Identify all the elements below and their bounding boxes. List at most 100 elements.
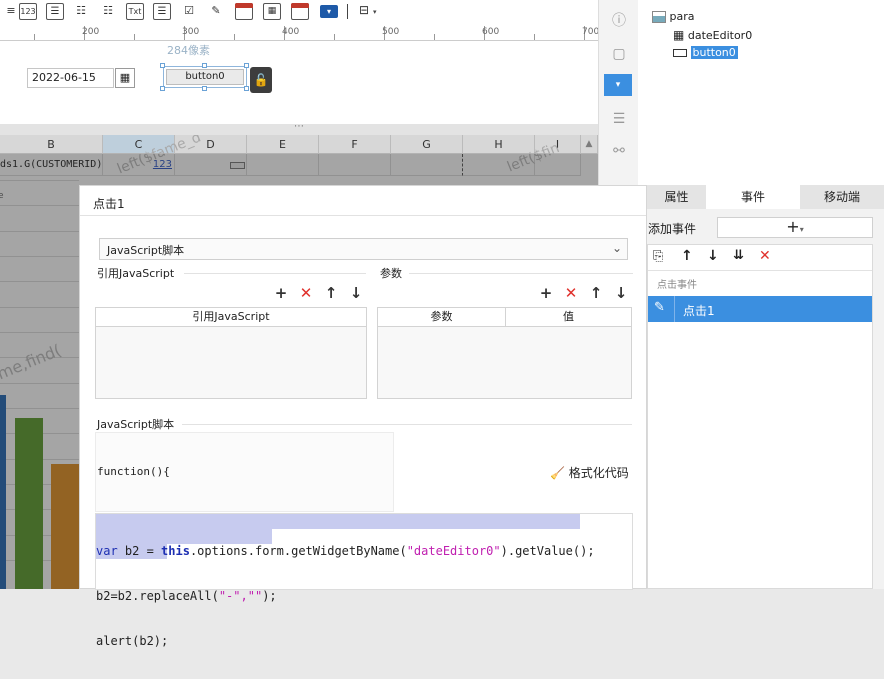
column-header: 引用JavaScript <box>96 308 366 327</box>
tab-mobile[interactable]: 移动端 <box>800 185 884 209</box>
event-item-click1[interactable]: ✎ 点击1 <box>648 296 872 322</box>
event-dialog: 点击1 JavaScript脚本 ⌄ 引用JavaScript 参数 + ✕ ↑… <box>79 185 647 648</box>
events-panel: 属性 事件 移动端 添加事件 +▾ ⎘ ↑ ↓ ⇊ ✕ 点击事件 ✎ 点击1 <box>647 185 884 589</box>
button0-widget[interactable]: button0 <box>166 69 244 85</box>
grid-widget-icon[interactable]: ▦ <box>263 3 281 20</box>
date-editor-field[interactable]: 2022-06-15 <box>27 68 114 88</box>
checkbox-group-icon[interactable]: ☷ <box>72 3 90 20</box>
edit-pencil-icon[interactable]: ✎ <box>654 300 665 315</box>
calendar-icon: ▦ <box>673 28 685 42</box>
code-text: .options.form.getWidgetByName( <box>189 544 407 558</box>
code-text: ).getValue(); <box>500 544 595 558</box>
code-text: b2=b2.replaceAll( <box>96 589 219 603</box>
dropdown-widget-icon[interactable]: ▾ <box>320 5 338 18</box>
delete-icon[interactable]: ✕ <box>759 248 771 264</box>
widget-settings-strip: ⓘ ▢ ▾ ☰ ⚯ <box>598 0 638 185</box>
code-editor[interactable]: var b2 = this.options.form.getWidgetByNa… <box>95 513 633 648</box>
ruler: 200 300 400 500 600 700 <box>0 24 600 41</box>
text-edit-icon[interactable]: ≡ <box>2 3 20 20</box>
arrow-up-icon[interactable]: ↑ <box>323 285 339 301</box>
toolbar-separator <box>347 4 348 19</box>
arrow-up-icon[interactable]: ↑ <box>681 248 693 264</box>
text-widget-icon[interactable]: Txt <box>126 3 144 20</box>
widget-tree: para ▦ dateEditor0 button0 <box>638 0 884 185</box>
ref-js-table[interactable]: 引用JavaScript <box>95 307 367 399</box>
select-value: JavaScript脚本 <box>107 244 185 257</box>
code-string: "dateEditor0" <box>406 544 501 558</box>
tab-properties[interactable]: 属性 <box>647 185 706 209</box>
size-hint: 284像素 <box>167 44 210 57</box>
event-item-label: 点击1 <box>683 304 715 318</box>
ruler-label: 500 <box>382 27 400 37</box>
date-widget-icon[interactable] <box>235 3 253 20</box>
add-icon[interactable]: + <box>538 285 554 301</box>
list-widget-icon[interactable]: ☰ <box>153 3 171 20</box>
ruler-label: 700 <box>582 27 600 37</box>
number-widget-icon[interactable]: 123 <box>19 3 37 20</box>
column-header: 值 <box>505 308 631 327</box>
column-header: 参数 <box>378 308 505 327</box>
arrow-down-icon[interactable]: ↓ <box>707 248 719 264</box>
tree-node-label: button0 <box>690 46 738 59</box>
arrow-down-icon[interactable]: ↓ <box>348 285 364 301</box>
time-widget-icon[interactable] <box>291 3 309 20</box>
lock-icon[interactable]: 🔓 <box>250 67 272 93</box>
ruler-label: 300 <box>182 27 200 37</box>
toolbar: ≡ 123 ☰ ☷ ☷ Txt ☰ ☑ ✎ ▦ ▾ ⊟ ▾ <box>0 0 598 24</box>
tree-node-label: dateEditor0 <box>687 29 753 42</box>
arrow-up-icon[interactable]: ↑ <box>588 285 604 301</box>
tree-node-dateeditor[interactable]: ▦ dateEditor0 <box>673 27 752 44</box>
layer-icon[interactable]: ☰ <box>608 108 630 130</box>
code-keyword: var <box>96 544 118 558</box>
chevron-down-icon: ▾ <box>799 225 804 234</box>
edit-pencil-icon[interactable]: ✎ <box>207 3 225 20</box>
arrow-down-icon[interactable]: ↓ <box>613 285 629 301</box>
ruler-label: 400 <box>282 27 300 37</box>
radio-group-icon[interactable]: ☷ <box>99 3 117 20</box>
delete-icon[interactable]: ✕ <box>298 285 314 301</box>
event-list-header: 点击事件 <box>657 280 697 291</box>
tree-node-button0[interactable]: button0 <box>673 45 738 61</box>
code-text: b2 = <box>117 544 162 558</box>
event-type-select[interactable]: JavaScript脚本 ⌄ <box>99 238 628 260</box>
code-keyword: this <box>161 544 190 558</box>
form-canvas[interactable]: 284像素 2022-06-15 ▦ button0 🔓 <box>0 41 598 124</box>
broom-icon: 🧹 <box>550 466 565 480</box>
add-event-plus: + <box>786 217 800 236</box>
checkbox-icon[interactable]: ☑ <box>180 3 198 20</box>
more-arrow-icon[interactable]: ▾ <box>373 8 377 16</box>
link-icon[interactable]: ⚯ <box>608 140 630 162</box>
ruler-label: 600 <box>482 27 500 37</box>
more-widgets-icon[interactable]: ⊟ <box>355 3 373 20</box>
calendar-icon[interactable]: ▦ <box>115 68 135 88</box>
delete-icon[interactable]: ✕ <box>563 285 579 301</box>
ruler-label: 200 <box>82 27 100 37</box>
pane-splitter[interactable]: ⋯ <box>0 122 598 135</box>
section-title: JavaScript脚本 <box>97 418 175 431</box>
event-list: ⎘ ↑ ↓ ⇊ ✕ 点击事件 ✎ 点击1 <box>647 244 873 589</box>
function-header: function(){ <box>97 465 170 478</box>
code-text: ); <box>262 589 277 603</box>
tree-node-para[interactable]: para <box>652 9 695 25</box>
move-bottom-icon[interactable]: ⇊ <box>733 248 744 263</box>
widget-info-icon[interactable]: ⓘ <box>608 10 630 32</box>
chevron-down-icon: ⌄ <box>611 241 622 255</box>
add-event-button[interactable]: +▾ <box>717 217 873 238</box>
add-event-label: 添加事件 <box>648 222 697 236</box>
tree-node-label: para <box>669 10 695 23</box>
format-code-label: 格式化代码 <box>568 466 629 480</box>
add-icon[interactable]: + <box>273 285 289 301</box>
format-code-button[interactable]: 🧹 格式化代码 <box>550 464 629 481</box>
button-icon <box>673 49 687 57</box>
tab-events[interactable]: 事件 <box>706 185 800 209</box>
dropdown-icon[interactable]: ▾ <box>604 74 632 96</box>
dialog-title: 点击1 <box>93 197 125 211</box>
params-table[interactable]: 参数 值 <box>377 307 632 399</box>
copy-icon[interactable]: ⎘ <box>653 249 663 264</box>
frame-icon[interactable]: ▢ <box>608 43 630 65</box>
section-title: 参数 <box>380 267 402 280</box>
code-string: "-","" <box>218 589 263 603</box>
textarea-widget-icon[interactable]: ☰ <box>46 3 64 20</box>
form-icon <box>652 11 666 23</box>
code-text: alert(b2); <box>96 634 169 648</box>
